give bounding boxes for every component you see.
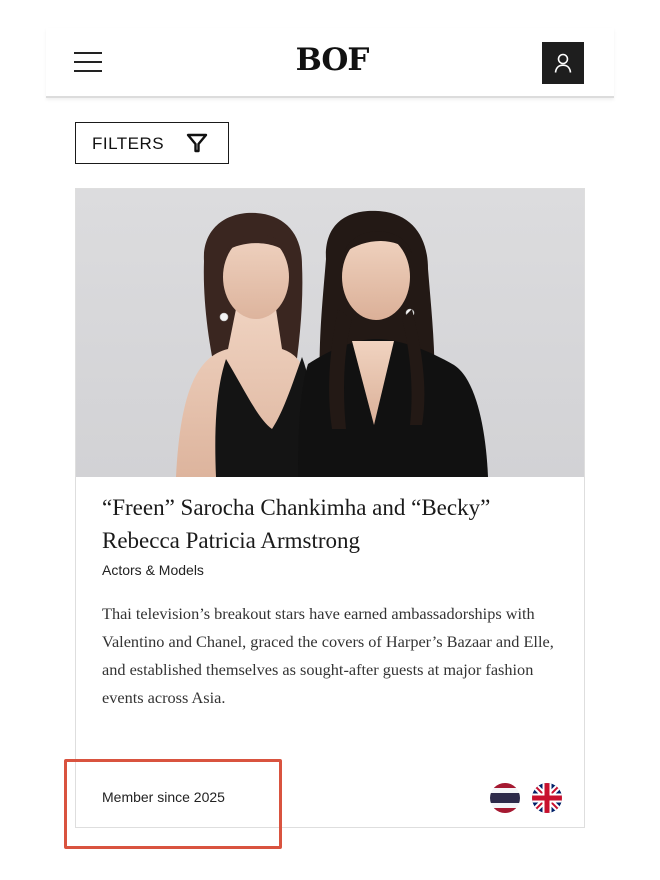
highlight-annotation-box xyxy=(64,759,282,849)
profile-category: Actors & Models xyxy=(102,562,204,578)
hamburger-menu-icon[interactable] xyxy=(74,52,102,72)
funnel-icon xyxy=(186,133,208,153)
filters-label: FILTERS xyxy=(92,134,165,153)
thailand-flag-icon xyxy=(490,783,520,813)
portrait-illustration xyxy=(176,210,488,477)
profile-card[interactable]: “Freen” Sarocha Chankimha and “Becky” Re… xyxy=(75,188,585,828)
profile-description: Thai television’s breakout stars have ea… xyxy=(102,604,554,707)
profile-title[interactable]: “Freen” Sarocha Chankimha and “Becky” Re… xyxy=(102,491,572,557)
user-icon xyxy=(554,53,572,73)
account-button[interactable] xyxy=(542,42,584,84)
site-header: BOF xyxy=(46,28,614,98)
united-kingdom-flag-icon xyxy=(532,783,562,813)
bof-logo[interactable]: BOF xyxy=(294,42,370,78)
profile-photo[interactable] xyxy=(76,189,584,477)
filters-button[interactable]: FILTERS xyxy=(75,122,229,164)
